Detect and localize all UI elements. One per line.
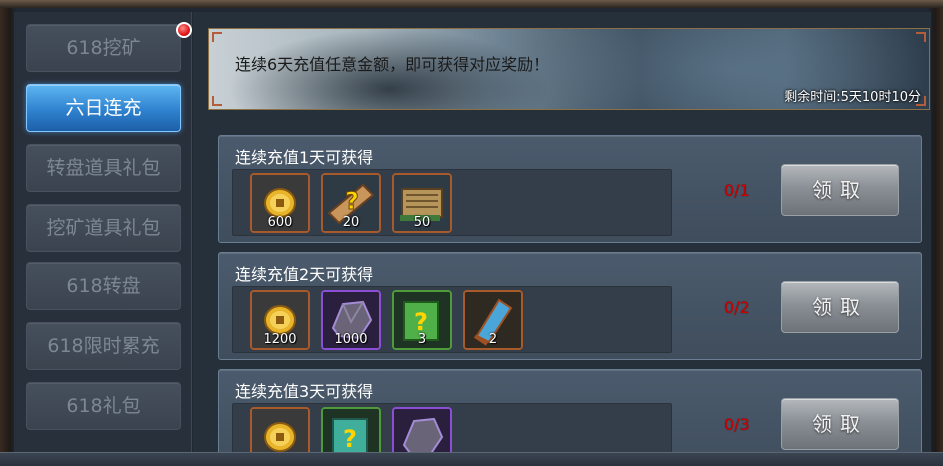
reward-row-title: 连续充值1天可获得 (235, 148, 374, 167)
reward-item[interactable]: ? (321, 407, 381, 452)
sidebar-item-label: 618礼包 (66, 395, 141, 417)
reward-row: 连续充值1天可获得 600 ? 20 50 0/1 领取 (218, 135, 922, 243)
progress-count: 0/3 (724, 415, 750, 434)
sidebar-item-label: 挖矿道具礼包 (46, 217, 161, 239)
sidebar-item-limited-recharge[interactable]: 618限时累充 (26, 322, 181, 370)
bottom-border (0, 452, 943, 466)
remaining-time: 剩余时间:5天10时10分 (784, 90, 921, 105)
banner-corner (212, 32, 222, 42)
ore-stone-icon (394, 409, 450, 452)
sidebar-item-wheel[interactable]: 618转盘 (26, 262, 181, 310)
reward-item[interactable] (250, 407, 310, 452)
reward-item[interactable]: 1000 (321, 290, 381, 350)
reward-item-count: 3 (417, 332, 427, 347)
sidebar-item-label: 618挖矿 (66, 37, 141, 59)
sidebar-item-label: 六日连充 (65, 97, 142, 119)
reward-item[interactable]: ? 20 (321, 173, 381, 233)
sidebar-item-label: 618转盘 (66, 275, 141, 297)
reward-item[interactable]: 1200 (250, 290, 310, 350)
reward-item[interactable] (392, 407, 452, 452)
sidebar-item-label: 转盘道具礼包 (46, 157, 161, 179)
claim-button[interactable]: 领取 (781, 164, 899, 216)
claim-button[interactable]: 领取 (781, 398, 899, 450)
sidebar: 618挖矿 六日连充 转盘道具礼包 挖矿道具礼包 618转盘 618限时累充 6… (14, 12, 192, 452)
reward-row-title: 连续充值3天可获得 (235, 382, 374, 401)
reward-item-count: 2 (488, 332, 498, 347)
progress-count: 0/1 (724, 181, 750, 200)
reward-item[interactable]: ? 3 (392, 290, 452, 350)
reward-item[interactable]: 50 (392, 173, 452, 233)
reward-item-count: 50 (413, 215, 431, 230)
progress-count: 0/2 (724, 298, 750, 317)
sidebar-item-wheel-item-pack[interactable]: 转盘道具礼包 (26, 144, 181, 192)
banner-description: 连续6天充值任意金额，即可获得对应奖励！ (235, 55, 550, 74)
sidebar-item-label: 618限时累充 (47, 335, 160, 357)
main-panel: 连续6天充值任意金额，即可获得对应奖励！ 剩余时间:5天10时10分 连续充值1… (193, 12, 931, 452)
reward-item[interactable]: 2 (463, 290, 523, 350)
banner-corner (916, 32, 926, 42)
sidebar-item-mining-item-pack[interactable]: 挖矿道具礼包 (26, 204, 181, 252)
reward-row: 连续充值3天可获得 ? 0/3 领取 (218, 369, 922, 452)
reward-row-title: 连续充值2天可获得 (235, 265, 374, 284)
gold-coin-icon (252, 409, 308, 452)
svg-text:?: ? (345, 187, 359, 215)
reward-item-count: 1000 (334, 332, 368, 347)
reward-item-count: 20 (342, 215, 360, 230)
sidebar-item-gift-pack[interactable]: 618礼包 (26, 382, 181, 430)
reward-row: 连续充值2天可获得 1200 1000 ? 3 2 0/2 领取 (218, 252, 922, 360)
top-border (0, 0, 943, 8)
reward-item-count: 600 (267, 215, 293, 230)
reward-item-count: 1200 (263, 332, 297, 347)
event-banner: 连续6天充值任意金额，即可获得对应奖励！ 剩余时间:5天10时10分 (208, 28, 930, 110)
svg-text:?: ? (343, 425, 357, 452)
reward-item[interactable]: 600 (250, 173, 310, 233)
claim-button[interactable]: 领取 (781, 281, 899, 333)
notification-dot-icon (176, 22, 192, 38)
banner-corner (212, 96, 222, 106)
sidebar-item-mining[interactable]: 618挖矿 (26, 24, 181, 72)
mystery-book-icon: ? (323, 409, 379, 452)
sidebar-item-six-day-recharge[interactable]: 六日连充 (26, 84, 181, 132)
